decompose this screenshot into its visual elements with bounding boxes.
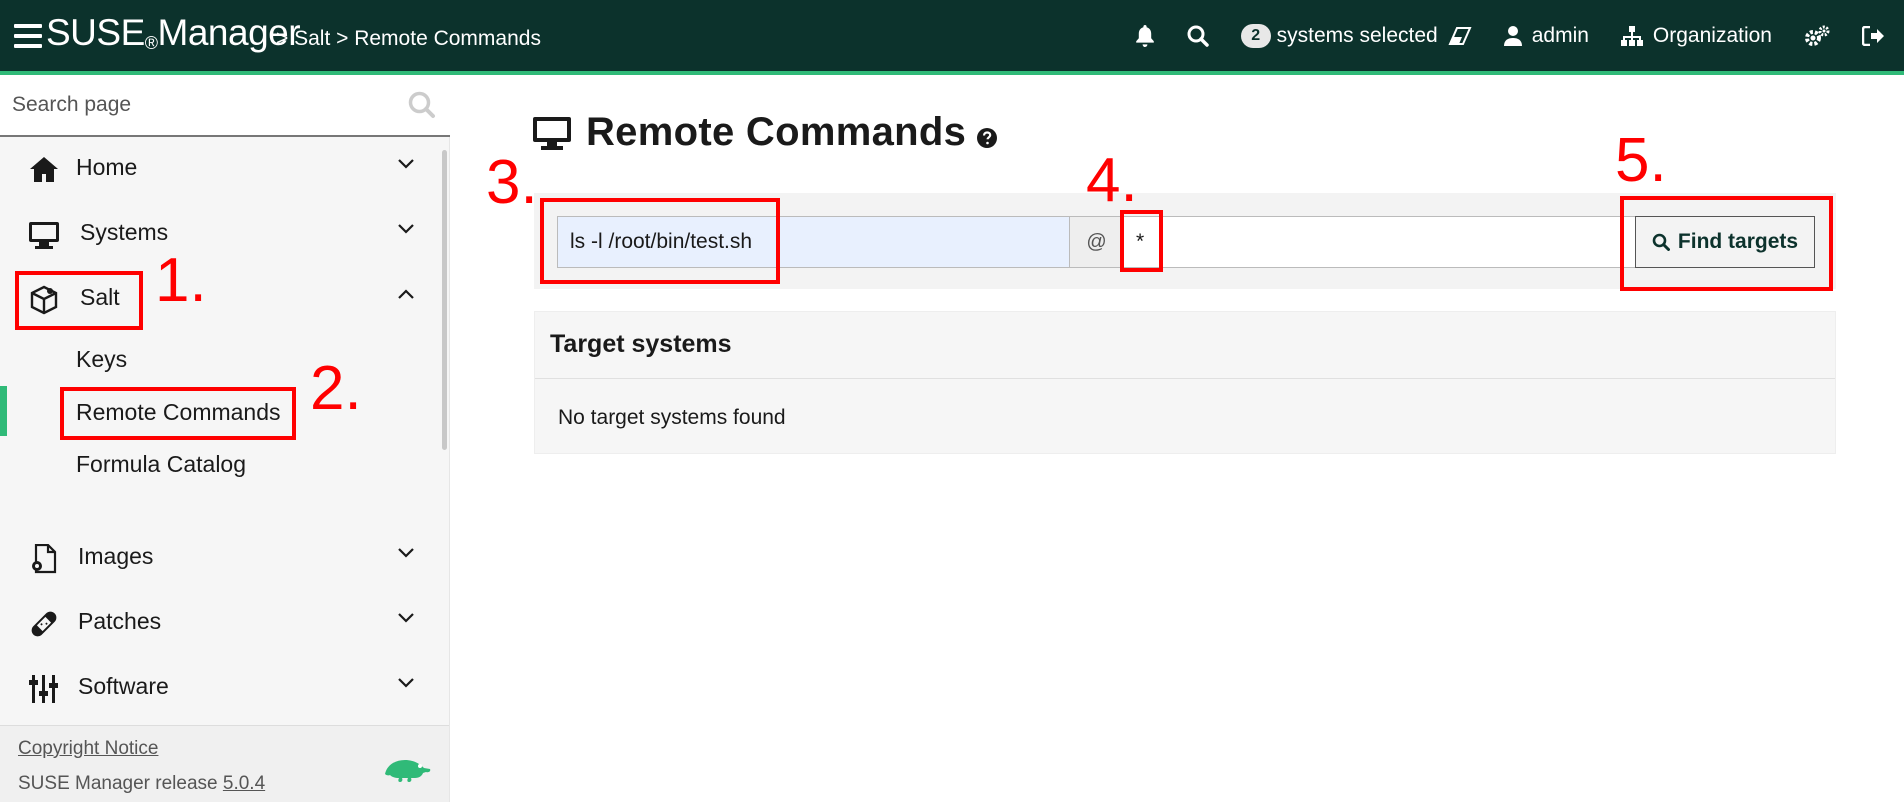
bandage-icon: [31, 611, 57, 637]
organization-menu[interactable]: Organization: [1620, 23, 1772, 48]
hamburger-menu-icon[interactable]: [14, 24, 42, 48]
annotation-box-2: [60, 387, 296, 440]
file-cog-icon: [32, 544, 57, 574]
sidebar-item-label: Patches: [78, 608, 162, 634]
sidebar-search: [0, 75, 450, 137]
release-version-link[interactable]: 5.0.4: [223, 773, 265, 794]
target-input[interactable]: [1123, 216, 1636, 268]
sidebar-item-systems[interactable]: Systems: [0, 204, 440, 264]
sidebar-item-label: Software: [78, 673, 169, 699]
annotation-number-5: 5.: [1615, 126, 1667, 195]
eraser-icon: [1448, 26, 1472, 45]
annotation-box-1: [15, 271, 143, 330]
sidebar-subitem-keys[interactable]: Keys: [76, 346, 127, 373]
chevron-down-icon[interactable]: [398, 678, 414, 688]
user-menu[interactable]: admin: [1503, 23, 1589, 48]
sidebar-item-label: Home: [76, 154, 138, 180]
sidebar-item-images[interactable]: Images: [0, 528, 440, 588]
sitemap-icon: [1620, 25, 1643, 46]
page-title: Remote Commands: [532, 110, 998, 155]
settings-cogs-icon[interactable]: [1804, 25, 1830, 47]
at-separator: @: [1069, 216, 1124, 268]
annotation-number-3: 3.: [486, 148, 538, 217]
target-systems-header: Target systems: [535, 312, 1835, 379]
annotation-number-4: 4.: [1086, 146, 1138, 215]
chevron-down-icon[interactable]: [398, 548, 414, 558]
annotation-number-2: 2.: [310, 354, 362, 423]
home-icon: [30, 157, 58, 182]
sidebar-subitem-formula-catalog[interactable]: Formula Catalog: [76, 451, 246, 478]
sidebar-scrollbar[interactable]: [442, 150, 447, 450]
desktop-icon: [29, 222, 59, 249]
annotation-box-5: [1620, 196, 1833, 291]
top-header: SUSE®Manager > Salt > Remote Commands 2 …: [0, 0, 1904, 75]
sidebar-item-label: Images: [78, 543, 154, 569]
sidebar-item-home[interactable]: Home: [0, 139, 440, 199]
sidebar-item-patches[interactable]: Patches: [0, 593, 440, 653]
sidebar-item-software[interactable]: Software: [0, 658, 440, 718]
notifications-bell-icon[interactable]: [1135, 24, 1155, 47]
sidebar-footer: Copyright Notice SUSE Manager release 5.…: [0, 725, 449, 802]
systems-selected-label: systems selected: [1276, 23, 1438, 47]
sidebar-search-icon: [408, 91, 435, 118]
brand-logo[interactable]: SUSE®Manager: [46, 12, 301, 54]
breadcrumb: > Salt > Remote Commands: [276, 27, 541, 50]
systems-count-badge: 2: [1240, 23, 1271, 48]
chevron-down-icon[interactable]: [398, 159, 414, 169]
search-icon[interactable]: [1187, 25, 1209, 47]
target-systems-title: Target systems: [550, 330, 732, 358]
chevron-down-icon[interactable]: [398, 224, 414, 234]
release-prefix: SUSE Manager release: [18, 773, 218, 794]
user-name: admin: [1531, 23, 1589, 47]
desktop-icon: [533, 116, 571, 150]
target-systems-empty-message: No target systems found: [558, 406, 786, 429]
sign-out-icon[interactable]: [1862, 25, 1884, 46]
target-systems-panel: Target systems No target systems found: [534, 311, 1836, 454]
sidebar-search-input[interactable]: [0, 75, 450, 135]
annotation-box-3: [540, 198, 780, 284]
copyright-notice-link[interactable]: Copyright Notice: [18, 738, 158, 760]
annotation-box-4: [1120, 210, 1163, 272]
suse-chameleon-logo: [385, 760, 431, 782]
release-info: SUSE Manager release 5.0.4: [18, 773, 265, 795]
sidebar-item-label: Systems: [80, 219, 169, 245]
sliders-icon: [29, 675, 58, 703]
annotation-number-1: 1.: [155, 246, 207, 315]
question-circle-icon[interactable]: [976, 127, 998, 149]
page-title-text: Remote Commands: [586, 110, 967, 154]
header-toolbar: 2 systems selected admin Organization: [1103, 0, 1904, 71]
chevron-up-icon[interactable]: [398, 289, 414, 299]
systems-selected[interactable]: 2 systems selected: [1240, 23, 1472, 48]
active-indicator: [0, 386, 7, 436]
user-icon: [1503, 25, 1522, 46]
organization-label: Organization: [1652, 23, 1772, 47]
chevron-down-icon[interactable]: [398, 613, 414, 623]
